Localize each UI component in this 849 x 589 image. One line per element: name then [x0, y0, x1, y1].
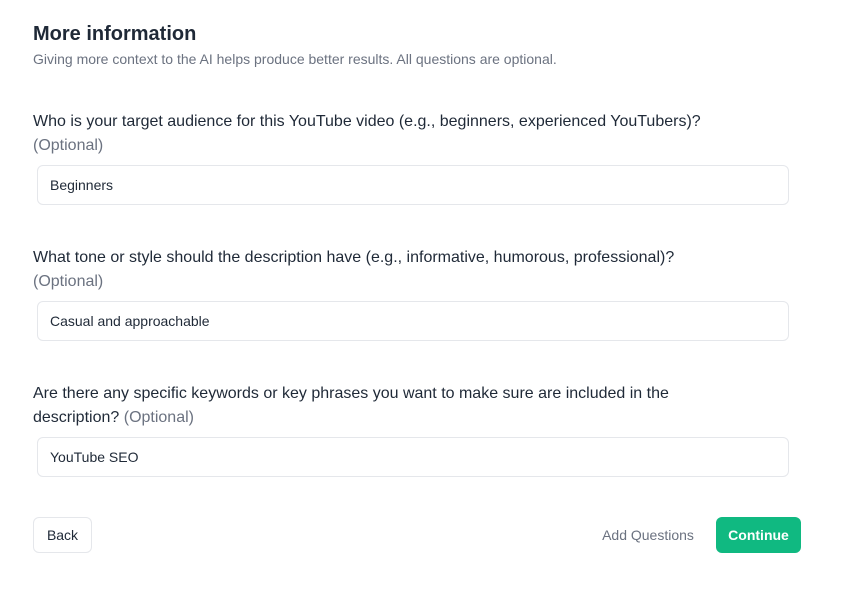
question-text: Who is your target audience for this You…: [33, 113, 701, 130]
page-title: More information: [33, 23, 197, 45]
optional-label: (Optional): [123, 409, 194, 426]
question-text: What tone or style should the descriptio…: [33, 249, 675, 266]
continue-button[interactable]: Continue: [716, 517, 801, 553]
question-tone-style: What tone or style should the descriptio…: [33, 246, 773, 294]
page-subtitle: Giving more context to the AI helps prod…: [33, 51, 557, 67]
target-audience-input[interactable]: [37, 165, 789, 205]
optional-label: (Optional): [33, 273, 104, 290]
question-keywords: Are there any specific keywords or key p…: [33, 382, 733, 430]
add-questions-button[interactable]: Add Questions: [593, 517, 703, 553]
back-button[interactable]: Back: [33, 517, 92, 553]
tone-style-input[interactable]: [37, 301, 789, 341]
keywords-input[interactable]: [37, 437, 789, 477]
question-target-audience: Who is your target audience for this You…: [33, 110, 773, 158]
optional-label: (Optional): [33, 137, 104, 154]
